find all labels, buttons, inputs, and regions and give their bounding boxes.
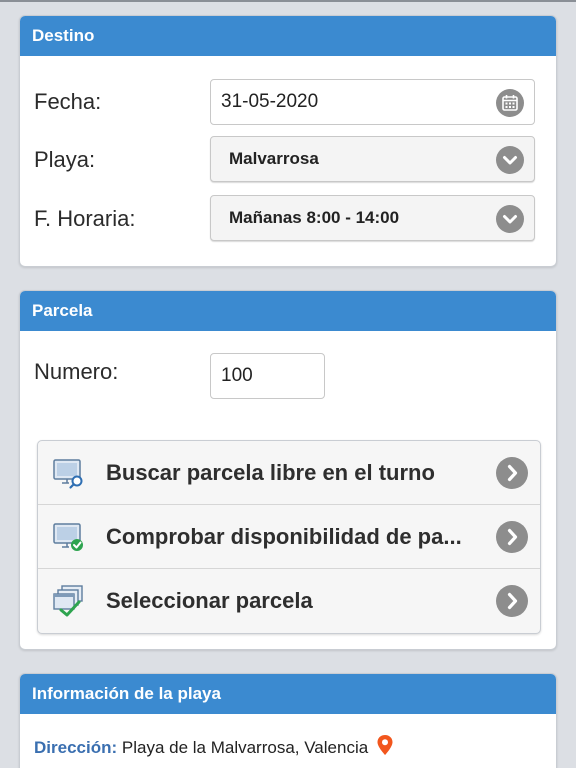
chevron-down-icon	[496, 146, 524, 174]
map-pin-icon[interactable]	[376, 734, 394, 761]
fecha-label: Fecha:	[34, 89, 102, 114]
franja-select[interactable]: Mañanas 8:00 - 14:00	[210, 195, 535, 241]
chevron-right-icon	[496, 585, 528, 617]
numero-label: Numero:	[34, 359, 119, 384]
multi-window-check-icon	[52, 584, 86, 618]
comprobar-disponibilidad-button[interactable]: Comprobar disponibilidad de pa...	[38, 505, 540, 569]
info-playa-panel: Información de la playa Dirección: Playa…	[19, 673, 557, 768]
playa-label: Playa:	[34, 147, 96, 172]
monitor-search-icon	[52, 456, 86, 490]
seleccionar-parcela-button[interactable]: Seleccionar parcela	[38, 569, 540, 633]
buscar-parcela-label: Buscar parcela libre en el turno	[106, 460, 435, 485]
direccion-label: Dirección:	[34, 738, 118, 757]
playa-value: Malvarrosa	[229, 149, 319, 168]
monitor-check-icon	[52, 520, 86, 554]
destino-panel: Destino Fecha: 31-05-2020 Playa: Malvarr…	[19, 15, 557, 267]
chevron-right-icon	[496, 521, 528, 553]
franja-value: Mañanas 8:00 - 14:00	[229, 208, 400, 227]
numero-input[interactable]: 100	[210, 353, 325, 399]
direccion-line: Dirección: Playa de la Malvarrosa, Valen…	[34, 734, 394, 761]
franja-label: F. Horaria:	[34, 206, 136, 231]
playa-select[interactable]: Malvarrosa	[210, 136, 535, 182]
fecha-value: 31-05-2020	[221, 91, 319, 112]
info-playa-header: Información de la playa	[20, 674, 556, 714]
calendar-icon[interactable]	[496, 89, 524, 117]
parcela-actions-list: Buscar parcela libre en el turno Comprob…	[37, 440, 541, 634]
direccion-value: Playa de la Malvarrosa, Valencia	[121, 738, 369, 757]
comprobar-disponibilidad-label: Comprobar disponibilidad de pa...	[106, 524, 462, 549]
parcela-header: Parcela	[20, 291, 556, 331]
destino-header: Destino	[20, 16, 556, 56]
chevron-right-icon	[496, 457, 528, 489]
buscar-parcela-button[interactable]: Buscar parcela libre en el turno	[38, 441, 540, 505]
top-divider	[0, 0, 576, 2]
parcela-panel: Parcela Numero: 100 Buscar parcela libre…	[19, 290, 557, 650]
numero-value: 100	[221, 365, 253, 386]
chevron-down-icon	[496, 205, 524, 233]
seleccionar-parcela-label: Seleccionar parcela	[106, 588, 313, 613]
fecha-field[interactable]: 31-05-2020	[210, 79, 535, 125]
